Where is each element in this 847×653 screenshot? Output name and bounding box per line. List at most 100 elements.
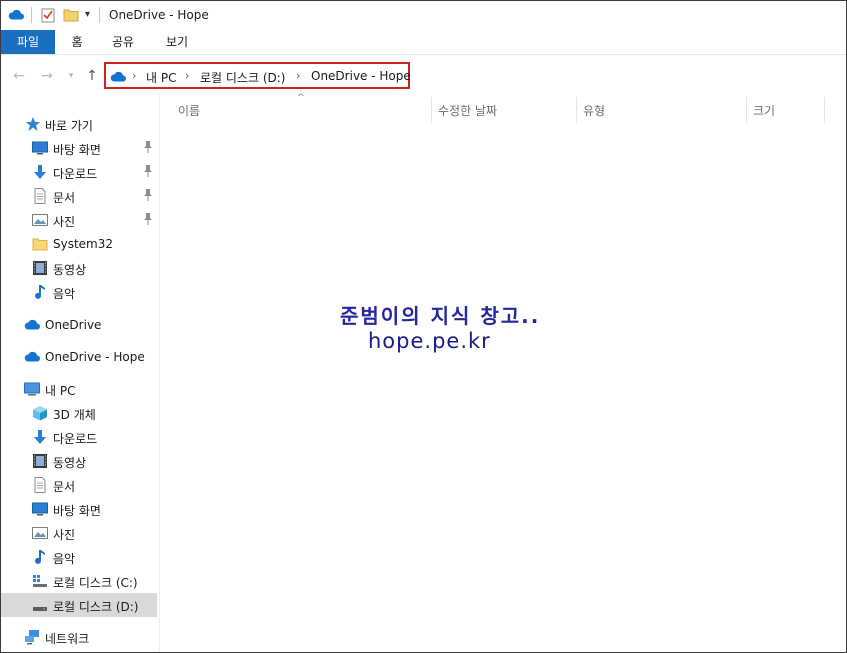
watermark-title: 준범이의 지식 창고.. bbox=[340, 304, 541, 328]
sidebar-item-pictures[interactable]: 사진 bbox=[1, 521, 157, 545]
navigation-pane: 바로 가기 바탕 화면 다운로드 문서 사진 System32 동영상 음악 O… bbox=[1, 93, 160, 652]
sidebar-item-documents[interactable]: 문서 bbox=[1, 184, 157, 208]
sidebar-item-videos[interactable]: 동영상 bbox=[1, 449, 157, 473]
sidebar-item-label: 바로 가기 bbox=[45, 119, 93, 133]
sidebar-item-network[interactable]: 네트워크 bbox=[1, 625, 157, 649]
picture-icon bbox=[32, 527, 48, 539]
sidebar-item-label: 음악 bbox=[53, 287, 76, 301]
watermark-url: hope.pe.kr bbox=[368, 329, 491, 353]
tab-view[interactable]: 보기 bbox=[159, 30, 195, 54]
column-header-name[interactable]: 이름 bbox=[178, 102, 200, 119]
sidebar-item-label: 동영상 bbox=[53, 263, 87, 277]
sidebar-item-label: 다운로드 bbox=[53, 167, 98, 181]
windows-drive-icon bbox=[33, 575, 47, 587]
column-divider[interactable] bbox=[576, 97, 577, 123]
column-divider[interactable] bbox=[746, 97, 747, 123]
document-icon bbox=[34, 188, 46, 204]
sidebar-item-label: 사진 bbox=[53, 215, 76, 229]
sidebar-item-local-disk-c[interactable]: 로컬 디스크 (C:) bbox=[1, 569, 157, 593]
sort-ascending-icon: ^ bbox=[297, 93, 305, 103]
pin-icon[interactable] bbox=[143, 165, 153, 177]
breadcrumb-chevron-icon[interactable]: › bbox=[132, 69, 136, 82]
sidebar-item-documents[interactable]: 문서 bbox=[1, 473, 157, 497]
download-arrow-icon bbox=[34, 165, 46, 179]
sidebar-item-local-disk-d[interactable]: 로컬 디스크 (D:) bbox=[1, 593, 157, 617]
tab-share[interactable]: 공유 bbox=[105, 30, 141, 54]
desktop-icon bbox=[32, 141, 48, 155]
sidebar-item-label: OneDrive bbox=[45, 318, 102, 332]
sidebar-item-label: 네트워크 bbox=[45, 632, 90, 646]
sidebar-item-quick-access[interactable]: 바로 가기 bbox=[1, 112, 157, 136]
desktop-icon bbox=[32, 502, 48, 516]
sidebar-item-downloads[interactable]: 다운로드 bbox=[1, 160, 157, 184]
sidebar-item-label: 문서 bbox=[53, 191, 76, 205]
column-divider[interactable] bbox=[431, 97, 432, 123]
sidebar-item-downloads[interactable]: 다운로드 bbox=[1, 425, 157, 449]
computer-icon bbox=[24, 382, 40, 396]
column-header-date-modified[interactable]: 수정한 날짜 bbox=[438, 102, 497, 119]
address-bar[interactable]: › 내 PC › 로컬 디스크 (D:) › OneDrive - Hope bbox=[104, 62, 411, 89]
pin-icon[interactable] bbox=[143, 213, 153, 225]
quick-access-toolbar-dropdown-icon[interactable]: ▾ bbox=[85, 9, 90, 20]
sidebar-item-label: OneDrive - Hope bbox=[45, 350, 145, 364]
sidebar-item-music[interactable]: 음악 bbox=[1, 280, 157, 304]
ribbon-tabs: 파일 홈 공유 보기 bbox=[1, 30, 846, 55]
music-note-icon bbox=[35, 550, 45, 564]
properties-icon[interactable] bbox=[41, 7, 55, 23]
forward-arrow-icon[interactable]: → bbox=[38, 67, 56, 85]
window-title: OneDrive - Hope bbox=[109, 8, 209, 22]
pin-icon[interactable] bbox=[143, 189, 153, 201]
column-header-size[interactable]: 크기 bbox=[753, 102, 775, 119]
folder-icon bbox=[32, 238, 48, 251]
sidebar-item-label: 3D 개체 bbox=[53, 408, 96, 422]
back-arrow-icon[interactable]: ← bbox=[10, 67, 28, 85]
breadcrumb-onedrive-hope[interactable]: OneDrive - Hope bbox=[311, 69, 411, 83]
recent-locations-chevron-icon[interactable]: ▾ bbox=[62, 67, 80, 85]
sidebar-item-music[interactable]: 음악 bbox=[1, 545, 157, 569]
drive-icon bbox=[33, 607, 47, 611]
sidebar-item-label: 바탕 화면 bbox=[53, 143, 101, 157]
sidebar-item-label: 내 PC bbox=[45, 384, 76, 398]
pin-icon[interactable] bbox=[143, 141, 153, 153]
column-divider[interactable] bbox=[824, 97, 825, 123]
sidebar-item-system32[interactable]: System32 bbox=[1, 232, 157, 256]
sidebar-item-onedrive-hope[interactable]: OneDrive - Hope bbox=[1, 345, 157, 369]
onedrive-cloud-icon bbox=[8, 9, 24, 20]
sidebar-item-label: 로컬 디스크 (D:) bbox=[53, 600, 139, 614]
onedrive-cloud-icon bbox=[110, 71, 126, 82]
sidebar-item-desktop[interactable]: 바탕 화면 bbox=[1, 136, 157, 160]
breadcrumb-local-disk-d[interactable]: 로컬 디스크 (D:) bbox=[200, 69, 285, 86]
onedrive-cloud-icon bbox=[24, 351, 40, 362]
sidebar-item-label: System32 bbox=[53, 237, 114, 251]
up-arrow-icon[interactable]: ↑ bbox=[83, 67, 101, 85]
tab-home[interactable]: 홈 bbox=[61, 30, 93, 54]
film-icon bbox=[33, 261, 47, 275]
new-folder-icon[interactable] bbox=[63, 7, 79, 23]
explorer-window: ▾ OneDrive - Hope 파일 홈 공유 보기 ← → ▾ ↑ › 내… bbox=[0, 0, 847, 653]
navigation-bar: ← → ▾ ↑ › 내 PC › 로컬 디스크 (D:) › OneDrive … bbox=[1, 59, 846, 93]
sidebar-item-pictures[interactable]: 사진 bbox=[1, 208, 157, 232]
title-bar: ▾ OneDrive - Hope bbox=[1, 1, 846, 30]
star-icon bbox=[26, 117, 40, 131]
tab-file[interactable]: 파일 bbox=[1, 30, 55, 54]
sidebar-item-this-pc[interactable]: 내 PC bbox=[1, 377, 157, 401]
sidebar-item-onedrive[interactable]: OneDrive bbox=[1, 313, 157, 337]
onedrive-cloud-icon bbox=[24, 319, 40, 330]
sidebar-item-label: 사진 bbox=[53, 528, 76, 542]
cube-3d-icon bbox=[33, 406, 47, 421]
sidebar-item-desktop[interactable]: 바탕 화면 bbox=[1, 497, 157, 521]
sidebar-item-label: 문서 bbox=[53, 480, 76, 494]
breadcrumb-this-pc[interactable]: 내 PC bbox=[146, 69, 176, 86]
file-list[interactable]: ^ 이름 수정한 날짜 유형 크기 준범이의 지식 창고.. hope.pe.k… bbox=[160, 93, 846, 652]
breadcrumb-chevron-icon[interactable]: › bbox=[185, 69, 189, 82]
breadcrumb-chevron-icon[interactable]: › bbox=[296, 69, 300, 82]
sidebar-item-label: 로컬 디스크 (C:) bbox=[53, 576, 138, 590]
sidebar-item-videos[interactable]: 동영상 bbox=[1, 256, 157, 280]
sidebar-item-label: 바탕 화면 bbox=[53, 504, 101, 518]
document-icon bbox=[34, 477, 46, 493]
music-note-icon bbox=[35, 285, 45, 299]
column-header-type[interactable]: 유형 bbox=[583, 102, 605, 119]
sidebar-item-label: 다운로드 bbox=[53, 432, 98, 446]
sidebar-item-3d-objects[interactable]: 3D 개체 bbox=[1, 401, 157, 425]
download-arrow-icon bbox=[34, 430, 46, 444]
